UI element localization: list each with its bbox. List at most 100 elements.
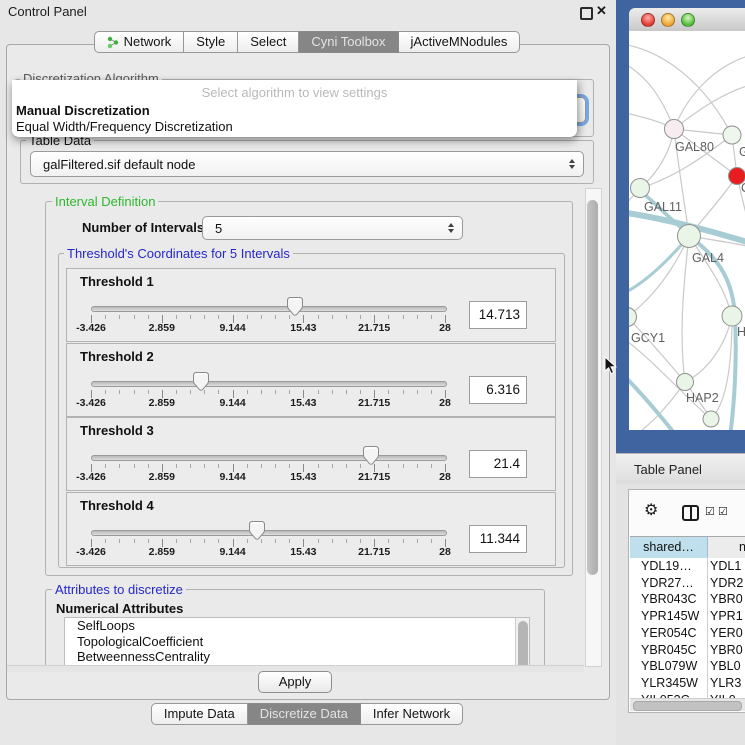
table-row-YPR145W[interactable]: YPR145WYPR1 [630, 608, 745, 625]
gear-icon[interactable]: ⚙ [644, 503, 658, 519]
threshold-slider-track[interactable] [91, 306, 447, 312]
slider-tick [119, 390, 120, 394]
network-node-gal80[interactable] [665, 120, 684, 139]
table-horizontal-scrollbar[interactable] [630, 698, 745, 711]
column-header-name[interactable]: na [708, 536, 745, 559]
numerical-attributes-list[interactable]: SelfLoopsTopologicalCoefficientBetweenne… [64, 617, 530, 667]
slider-tick-label: 9.144 [219, 397, 245, 409]
cell-name: YDL1 [710, 558, 741, 575]
tab-select[interactable]: Select [238, 31, 299, 53]
apply-button[interactable]: Apply [258, 671, 332, 693]
threshold-slider-thumb[interactable] [193, 372, 209, 391]
settings-vertical-scrollbar-thumb[interactable] [587, 200, 598, 575]
table-rows: YDL19…YDL1YDR27…YDR2YBR043CYBR0YPR145WYP… [630, 558, 745, 698]
table-row-YBR045C[interactable]: YBR045CYBR0 [630, 642, 745, 659]
table-panel-title: Table Panel [634, 462, 702, 477]
table-row-YDL19[interactable]: YDL19…YDL1 [630, 558, 745, 575]
table-horizontal-scrollbar-thumb[interactable] [633, 701, 742, 711]
cell-name: YBL0 [710, 658, 741, 675]
close-icon[interactable]: ✕ [596, 3, 607, 19]
network-node-label: GAL80 [675, 140, 714, 154]
slider-tick [332, 315, 333, 319]
tab-style[interactable]: Style [184, 31, 238, 53]
slider-tick-label: -3.426 [76, 397, 106, 409]
threshold-label: Threshold 2 [80, 349, 154, 364]
cell-shared-name: YER054C [641, 625, 697, 642]
tab-cyni-toolbox[interactable]: Cyni Toolbox [299, 31, 398, 53]
tab-network[interactable]: Network [94, 31, 185, 53]
slider-tick [360, 464, 361, 468]
network-node-partial[interactable] [703, 411, 719, 427]
threshold-value-field[interactable]: 21.4 [469, 450, 527, 478]
checkbox-icon[interactable]: ☑ [718, 507, 728, 518]
slider-tick [346, 315, 347, 319]
slider-tick [360, 315, 361, 319]
cell-name: YBR0 [710, 642, 743, 659]
threshold-value-field[interactable]: 14.713 [469, 301, 527, 329]
network-node-gal4[interactable] [678, 225, 701, 248]
slider-tick [148, 315, 149, 319]
number-of-intervals-combobox[interactable]: 5 [202, 216, 463, 240]
close-traffic-light-button[interactable] [641, 13, 655, 27]
float-window-icon[interactable] [580, 7, 593, 20]
table-row-YLR345W[interactable]: YLR345WYLR3 [630, 675, 745, 692]
table-row-YBL079W[interactable]: YBL079WYBL0 [630, 658, 745, 675]
control-panel-tab-bar: NetworkStyleSelectCyni ToolboxjActiveMNo… [0, 31, 614, 53]
network-node-label: GAL11 [644, 200, 682, 214]
network-canvas[interactable]: GAL80GACGAL11GAL4GCY1HHAP2 [629, 31, 745, 430]
slider-tick [261, 464, 262, 468]
threshold-slider-track[interactable] [91, 455, 447, 461]
minimize-traffic-light-button[interactable] [661, 13, 675, 27]
slider-tick-label: 9.144 [219, 546, 245, 558]
attributes-list-scrollbar[interactable] [515, 618, 529, 666]
slider-tick [431, 390, 432, 394]
threshold-label: Threshold 1 [80, 274, 154, 289]
threshold-slider-thumb[interactable] [363, 446, 379, 465]
table-row-YBR043C[interactable]: YBR043CYBR0 [630, 591, 745, 608]
node-table: ⚙ ☑ ☑ shared… na YDL19…YDL1YDR27…YDR2YBR… [628, 489, 745, 713]
network-node-h[interactable] [722, 306, 742, 326]
attribute-item-topologicalcoefficient[interactable]: TopologicalCoefficient [65, 634, 529, 650]
zoom-traffic-light-button[interactable] [681, 13, 695, 27]
threshold-slider-track[interactable] [91, 530, 447, 536]
table-row-YER054C[interactable]: YER054CYER0 [630, 625, 745, 642]
slider-tick-label: 15.43 [290, 546, 316, 558]
slider-tick [346, 464, 347, 468]
threshold-value-field[interactable]: 11.344 [469, 525, 527, 553]
network-node-ga[interactable] [723, 126, 741, 144]
table-data-combobox[interactable]: galFiltered.sif default node [30, 151, 584, 177]
slider-tick-label: -3.426 [76, 471, 106, 483]
network-node-gal11[interactable] [631, 179, 650, 198]
threshold-slider-thumb[interactable] [249, 521, 265, 540]
columns-icon[interactable] [682, 505, 699, 521]
tab-jactivemnodules[interactable]: jActiveMNodules [399, 31, 521, 53]
cell-shared-name: YLR345W [641, 675, 698, 692]
attribute-item-betweennesscentrality[interactable]: BetweennessCentrality [65, 649, 529, 665]
tab-discretize-data[interactable]: Discretize Data [248, 703, 361, 725]
threshold-slider-track[interactable] [91, 381, 447, 387]
threshold-value-field[interactable]: 6.316 [469, 376, 527, 404]
network-window-titlebar[interactable] [629, 8, 745, 32]
slider-tick [417, 315, 418, 319]
checkbox-icon[interactable]: ☑ [705, 507, 715, 518]
slider-tick [190, 464, 191, 468]
network-node-hap2[interactable] [677, 374, 694, 391]
slider-tick [204, 464, 205, 468]
slider-tick [148, 464, 149, 468]
table-row-YDR27[interactable]: YDR27…YDR2 [630, 575, 745, 592]
slider-tick [134, 390, 135, 394]
slider-tick-label: 21.715 [358, 546, 390, 558]
slider-tick [218, 539, 219, 543]
attributes-list-scrollbar-thumb[interactable] [518, 621, 528, 667]
attribute-item-selfloops[interactable]: SelfLoops [65, 618, 529, 634]
slider-tick [318, 390, 319, 394]
threshold-panel-3: Threshold 3-3.4262.8599.14415.4321.71528… [66, 417, 556, 491]
threshold-slider-thumb[interactable] [287, 297, 303, 316]
tab-impute-data[interactable]: Impute Data [151, 703, 248, 725]
algorithm-option-manual-discretization[interactable]: Manual Discretization [16, 103, 150, 118]
slider-tick [417, 390, 418, 394]
slider-tick [176, 539, 177, 543]
tab-infer-network[interactable]: Infer Network [361, 703, 463, 725]
algorithm-option-equal-width-frequency-discretization[interactable]: Equal Width/Frequency Discretization [16, 119, 233, 134]
column-header-shared-name[interactable]: shared… [630, 536, 708, 559]
